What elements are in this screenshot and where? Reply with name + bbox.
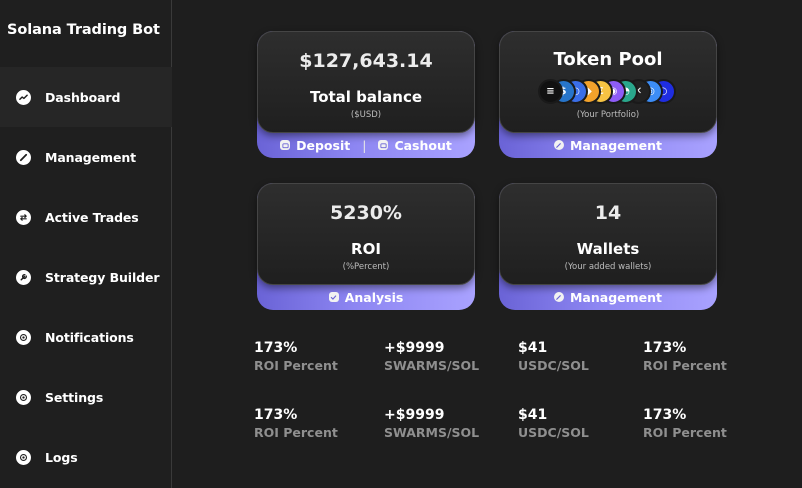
wallets-actions: Management xyxy=(499,287,717,307)
roi-card: 5230% ROI (%Percent) Analysis xyxy=(257,183,475,310)
roi-actions: Analysis xyxy=(257,287,475,307)
management-label: Management xyxy=(569,289,662,305)
wallet-icon xyxy=(378,140,389,150)
stat-item: 173% ROI Percent xyxy=(643,407,727,440)
management-button[interactable]: Management xyxy=(553,137,662,153)
chart-icon xyxy=(16,89,31,105)
roi-value: 5230% xyxy=(330,202,402,224)
analysis-button[interactable]: Analysis xyxy=(328,289,404,305)
wrench-icon xyxy=(16,269,31,285)
stat-label: SWARMS/SOL xyxy=(384,425,480,440)
sidebar-item-label: Management xyxy=(45,149,137,165)
stat-label: ROI Percent xyxy=(643,425,727,440)
sidebar-item-label: Notifications xyxy=(45,329,134,345)
swap-icon xyxy=(16,209,31,225)
stat-value: +$9999 xyxy=(384,407,445,423)
card-body: $127,643.14 Total balance ($USD) xyxy=(257,31,475,133)
wallets-title: Wallets xyxy=(576,240,640,258)
stat-label: ROI Percent xyxy=(643,358,727,373)
sidebar-item-label: Settings xyxy=(45,389,104,405)
sidebar-item-active-trades[interactable]: Active Trades xyxy=(0,187,172,247)
deposit-button[interactable]: Deposit xyxy=(280,138,350,153)
stat-label: ROI Percent xyxy=(254,425,338,440)
action-separator: | xyxy=(362,137,367,153)
target-icon xyxy=(16,449,31,465)
wallets-subtitle: (Your added wallets) xyxy=(564,262,652,272)
pen-icon xyxy=(553,140,564,150)
wallets-value: 14 xyxy=(594,202,622,224)
cashout-label: Cashout xyxy=(394,137,452,153)
sidebar-item-label: Active Trades xyxy=(45,209,139,225)
roi-subtitle: (%Percent) xyxy=(342,262,390,272)
stat-item: +$9999 SWARMS/SOL xyxy=(384,407,479,440)
token-pool-title: Token Pool xyxy=(553,49,663,70)
stat-label: USDC/SOL xyxy=(518,425,589,440)
stat-value: 173% xyxy=(643,407,687,423)
stat-value: 173% xyxy=(254,340,298,356)
wallet-icon xyxy=(280,140,291,150)
stat-value: 173% xyxy=(254,407,298,423)
roi-title: ROI xyxy=(351,240,381,258)
balance-title: Total balance xyxy=(309,88,423,106)
management-button[interactable]: Management xyxy=(553,289,662,305)
token-icon-list: ≡$◐◆Ɛ◉◓✕◎○ xyxy=(538,79,688,105)
balance-actions: Deposit | Cashout xyxy=(257,135,475,155)
sidebar-item-management[interactable]: Management xyxy=(0,127,172,187)
balance-value: $127,643.14 xyxy=(299,50,433,72)
total-balance-card: $127,643.14 Total balance ($USD) Deposit… xyxy=(257,31,475,158)
stat-label: ROI Percent xyxy=(254,358,338,373)
sidebar-item-logs[interactable]: Logs xyxy=(0,427,172,487)
check-icon xyxy=(328,292,339,302)
token-pool-subtitle: (Your Portfolio) xyxy=(576,110,640,120)
sidebar-item-strategy-builder[interactable]: Strategy Builder xyxy=(0,247,172,307)
stat-item: $41 USDC/SOL xyxy=(518,407,589,440)
target-icon xyxy=(16,389,31,405)
management-label: Management xyxy=(569,137,662,153)
stat-item: +$9999 SWARMS/SOL xyxy=(384,340,479,373)
stat-label: USDC/SOL xyxy=(518,358,589,373)
sidebar-item-settings[interactable]: Settings xyxy=(0,367,172,427)
pen-icon xyxy=(553,292,564,302)
sidebar: Solana Trading Bot Dashboard Management … xyxy=(0,0,172,488)
stat-value: 173% xyxy=(643,340,687,356)
stat-value: +$9999 xyxy=(384,340,445,356)
analysis-label: Analysis xyxy=(344,289,404,305)
app-title: Solana Trading Bot xyxy=(7,22,160,38)
card-body: 14 Wallets (Your added wallets) xyxy=(499,183,717,285)
stat-item: 173% ROI Percent xyxy=(254,340,338,373)
cashout-button[interactable]: Cashout xyxy=(378,137,452,153)
stat-value: $41 xyxy=(518,340,548,356)
solana-token-icon: ≡ xyxy=(538,79,563,104)
sidebar-item-dashboard[interactable]: Dashboard xyxy=(0,67,172,127)
deposit-label: Deposit xyxy=(296,137,351,153)
stat-item: 173% ROI Percent xyxy=(254,407,338,440)
card-body: Token Pool ≡$◐◆Ɛ◉◓✕◎○ (Your Portfolio) xyxy=(499,31,717,133)
token-pool-card: Token Pool ≡$◐◆Ɛ◉◓✕◎○ (Your Portfolio) M… xyxy=(499,31,717,158)
token-pool-actions: Management xyxy=(499,135,717,155)
target-icon xyxy=(16,329,31,345)
balance-subtitle: ($USD) xyxy=(350,110,382,120)
stat-label: SWARMS/SOL xyxy=(384,358,480,373)
sidebar-item-label: Dashboard xyxy=(45,89,121,105)
stat-item: 173% ROI Percent xyxy=(643,340,727,373)
card-body: 5230% ROI (%Percent) xyxy=(257,183,475,285)
sidebar-item-label: Strategy Builder xyxy=(45,269,160,285)
stat-value: $41 xyxy=(518,407,548,423)
sidebar-item-notifications[interactable]: Notifications xyxy=(0,307,172,367)
wallets-card: 14 Wallets (Your added wallets) Manageme… xyxy=(499,183,717,310)
stat-item: $41 USDC/SOL xyxy=(518,340,589,373)
sidebar-item-label: Logs xyxy=(45,449,78,465)
pen-icon xyxy=(16,149,31,165)
